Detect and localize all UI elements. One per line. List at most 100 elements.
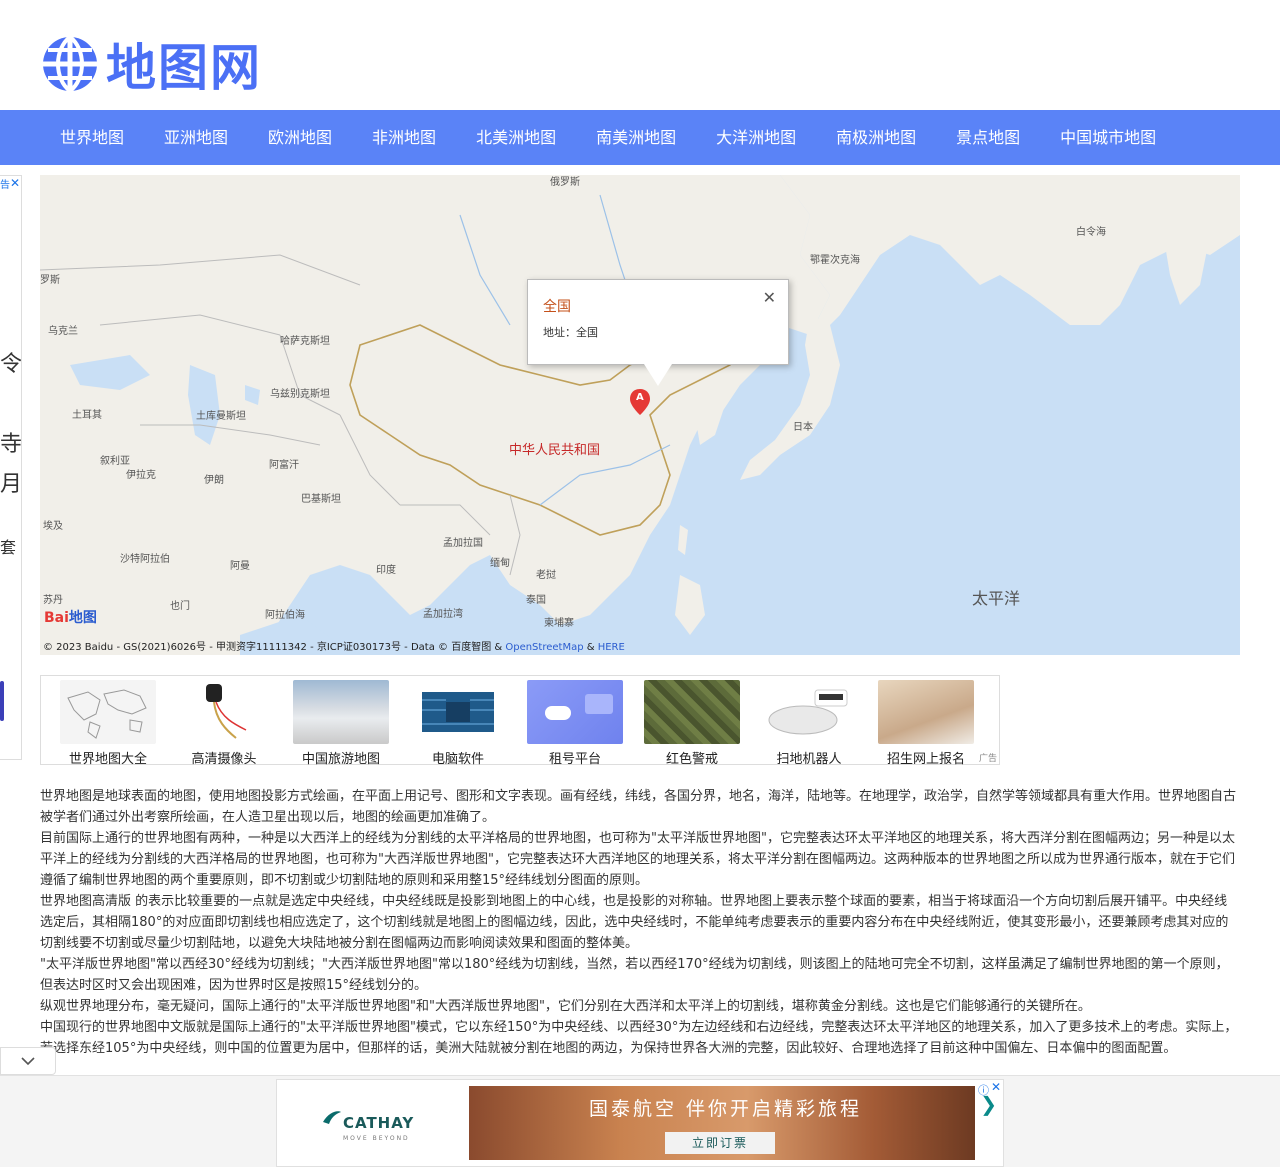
nav-item-oceania[interactable]: 大洋洲地图 <box>696 110 816 165</box>
ad-glyph: 月 <box>0 472 22 497</box>
strip-caption: 招生网上报名 <box>886 752 965 767</box>
strip-item[interactable]: 租号平台 <box>525 680 625 767</box>
globe-icon <box>43 35 97 94</box>
strip-caption: 中国旅游地图 <box>301 752 380 767</box>
nav-item-world[interactable]: 世界地图 <box>40 110 144 165</box>
ad-brand: CATHAY <box>343 1114 415 1132</box>
map-label: 太平洋 <box>972 589 1021 608</box>
copyright-text: © 2023 Baidu - GS(2021)6026号 - 甲测资字11111… <box>43 642 506 653</box>
map-info-popup: 全国 地址：全国 ✕ <box>527 279 789 386</box>
chevron-down-icon <box>21 1057 35 1066</box>
baidu-logo-text: Bai <box>44 610 69 626</box>
map-copyright: © 2023 Baidu - GS(2021)6026号 - 甲测资字11111… <box>43 638 625 653</box>
strip-thumb <box>293 680 389 744</box>
nav-item-china-cities[interactable]: 中国城市地图 <box>1040 110 1176 165</box>
map-label: 埃及 <box>43 521 63 532</box>
article-paragraph: 世界地图高清版 的表示比较重要的一点就是选定中央经线，中央经线既是投影到地图上的… <box>40 894 1229 951</box>
camera-icon <box>206 684 247 739</box>
site-logo[interactable]: 地图网 <box>40 28 262 100</box>
map-label: 乌兹别克斯坦 <box>270 389 330 400</box>
world-map-icon <box>67 689 147 739</box>
info-icon[interactable]: ⓘ <box>978 1082 989 1098</box>
ad-tag: 告 <box>0 180 10 191</box>
map-label: 柬埔寨 <box>544 618 574 629</box>
nav-item-asia[interactable]: 亚洲地图 <box>144 110 248 165</box>
copyright-and: & <box>583 642 598 653</box>
strip-item[interactable]: 红色警戒 <box>642 680 742 767</box>
strip-thumb <box>410 680 506 744</box>
popup-title: 全国 <box>543 299 571 315</box>
recommend-strip: 世界地图大全 高清摄像头 中国旅游地图 电脑软件 租号平台 红色警戒 扫地机器人… <box>40 675 1000 767</box>
baidu-logo-tail: 地图 <box>68 610 97 626</box>
strip-item[interactable]: 中国旅游地图 <box>291 680 391 767</box>
ad-glyph: 寺 <box>0 432 22 457</box>
strip-thumb <box>644 680 740 744</box>
close-icon[interactable]: ✕ <box>991 1080 1001 1094</box>
map-label: 罗斯 <box>40 275 60 286</box>
map-label: 阿曼 <box>230 561 250 572</box>
nav-item-south-america[interactable]: 南美洲地图 <box>576 110 696 165</box>
nav-item-scenic[interactable]: 景点地图 <box>936 110 1040 165</box>
map-label-china: 中华人民共和国 <box>509 443 601 458</box>
strip-item[interactable]: 扫地机器人 <box>759 680 859 767</box>
popup-address: 地址：全国 <box>543 326 598 339</box>
map-label: 缅甸 <box>490 558 510 569</box>
nav-item-antarctica[interactable]: 南极洲地图 <box>816 110 936 165</box>
baidu-logo[interactable]: Bai地图 <box>44 607 97 627</box>
map-label: 孟加拉湾 <box>423 609 463 620</box>
ad-mark: 广告 <box>978 754 997 764</box>
popup-tail <box>644 364 672 386</box>
nav-item-africa[interactable]: 非洲地图 <box>352 110 456 165</box>
map-label: 土库曼斯坦 <box>196 411 246 422</box>
map-label: 泰国 <box>526 595 546 606</box>
chip-icon <box>422 692 494 732</box>
strip-caption: 租号平台 <box>548 752 601 767</box>
map-label: 乌克兰 <box>48 326 78 337</box>
collapse-ad-button[interactable] <box>0 1047 56 1075</box>
article-body: 世界地图是地球表面的地图，使用地图投影方式绘画，在平面上用记号、图形和文字表现。… <box>40 786 1240 1068</box>
strip-item[interactable]: 招生网上报名 <box>876 680 976 767</box>
strip-thumb <box>761 680 857 744</box>
strip-caption: 电脑软件 <box>431 752 484 767</box>
ad-glyph: 套 <box>0 538 17 557</box>
main-nav: 世界地图 亚洲地图 欧洲地图 非洲地图 北美洲地图 南美洲地图 大洋洲地图 南极… <box>0 110 1280 165</box>
ad-edge <box>0 681 4 721</box>
bottom-ad-frame[interactable]: CATHAY MOVE BEYOND 国泰航空 伴你开启精彩旅程 立即订票 ❯ … <box>276 1079 1004 1167</box>
marker-letter: A <box>636 392 644 403</box>
article-paragraph: 中国现行的世界地图中文版就是国际上通行的"太平洋版世界地图"模式，它以东经150… <box>40 1020 1238 1056</box>
strip-caption: 红色警戒 <box>665 752 718 767</box>
nav-item-north-america[interactable]: 北美洲地图 <box>456 110 576 165</box>
close-icon[interactable]: ✕ <box>763 288 776 307</box>
book-ticket-button[interactable]: 立即订票 <box>665 1132 775 1154</box>
cathay-brushwing-icon <box>323 1111 341 1124</box>
ad-brand-sub: MOVE BEYOND <box>343 1135 410 1142</box>
article-paragraph: "太平洋版世界地图"常以西经30°经线为切割线；"大西洋版世界地图"常以180°… <box>40 957 1229 993</box>
osm-link[interactable]: OpenStreetMap <box>505 642 583 653</box>
map-label: 伊朗 <box>204 475 224 486</box>
strip-item[interactable]: 高清摄像头 <box>174 680 274 767</box>
map-label: 苏丹 <box>43 595 63 606</box>
here-link[interactable]: HERE <box>598 642 625 653</box>
article-paragraph: 世界地图是地球表面的地图，使用地图投影方式绘画，在平面上用记号、图形和文字表现。… <box>40 789 1237 825</box>
map-label: 阿拉伯海 <box>265 610 305 621</box>
map-label: 阿富汗 <box>269 460 299 471</box>
strip-item[interactable]: 世界地图大全 <box>58 680 158 767</box>
map-marker[interactable]: A <box>630 389 650 415</box>
article-paragraph: 纵观世界地理分布，毫无疑问，国际上通行的"太平洋版世界地图"和"大西洋版世界地图… <box>40 999 1091 1014</box>
map-label: 也门 <box>170 601 190 612</box>
strip-thumb <box>527 680 623 744</box>
map-label: 俄罗斯 <box>550 177 580 188</box>
strip-item[interactable]: 电脑软件 <box>408 680 508 767</box>
strip-thumb <box>878 680 974 744</box>
map-label: 叙利亚 <box>100 456 130 467</box>
map-label: 老挝 <box>536 570 556 581</box>
map-label: 印度 <box>376 565 396 576</box>
nav-item-europe[interactable]: 欧洲地图 <box>248 110 352 165</box>
strip-caption: 世界地图大全 <box>68 752 147 767</box>
map-label: 白令海 <box>1076 227 1106 238</box>
close-icon[interactable]: ✕ <box>10 176 20 190</box>
map-view[interactable]: 俄罗斯 白令海 鄂霍次克海 罗斯 乌克兰 哈萨克斯坦 乌兹别克斯坦 土耳其 土库… <box>40 175 1240 655</box>
ad-banner-image[interactable]: 国泰航空 伴你开启精彩旅程 立即订票 <box>469 1086 975 1160</box>
ad-headline: 国泰航空 伴你开启精彩旅程 <box>589 1098 863 1120</box>
left-side-ad[interactable]: 告 ✕ 令 寺 月 套 <box>0 175 22 760</box>
